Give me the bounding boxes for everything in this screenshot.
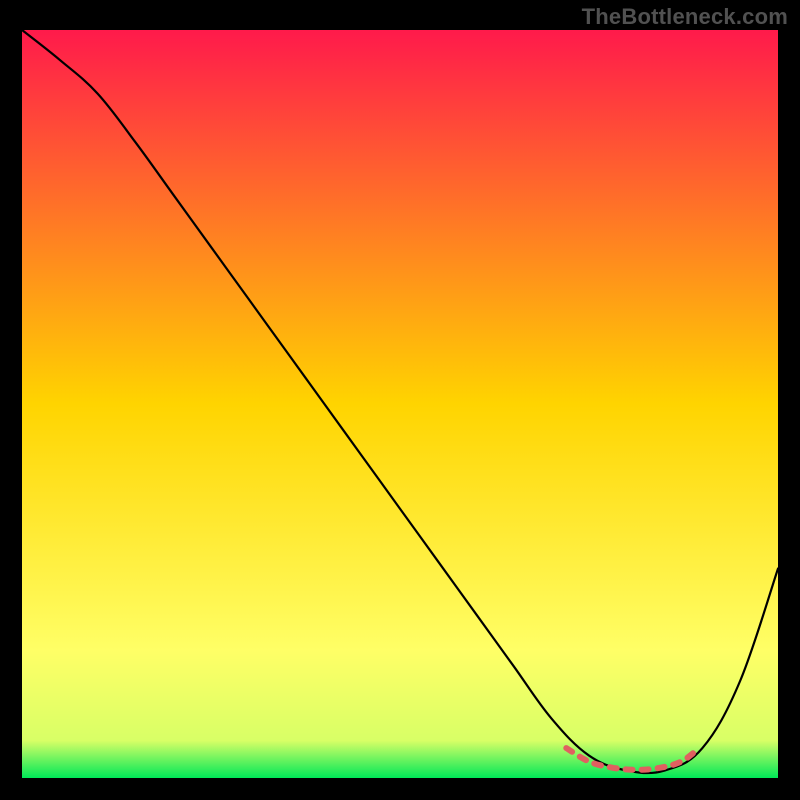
watermark-text: TheBottleneck.com bbox=[582, 4, 788, 30]
chart-stage: TheBottleneck.com bbox=[0, 0, 800, 800]
bottleneck-curve-chart bbox=[22, 30, 778, 778]
plot-area bbox=[22, 30, 778, 778]
